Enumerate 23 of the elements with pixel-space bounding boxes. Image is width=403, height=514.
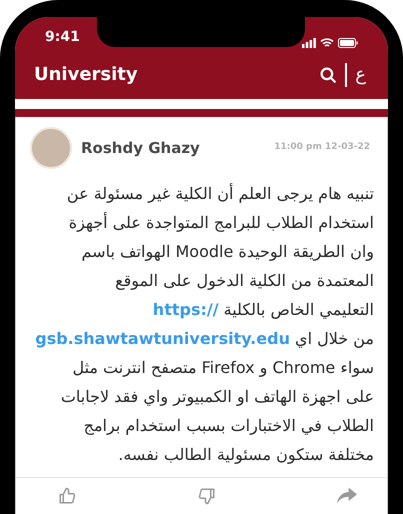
link[interactable]: https:// [152,300,219,319]
like-button[interactable] [58,487,76,505]
post-text-line: على اجهزة الهاتف او الكمبيوتر واي فقد لاجابات [60,386,374,408]
post-text-line: وان الطريقة الوحيدة Moodle الهواتف باسم [82,241,374,263]
author-name: Roshdy Ghazy [81,138,200,159]
post-timestamp: 11:00 pm 12-03-22 [274,141,370,154]
post-text-line: استخدام الطلاب للبرامج المتواجدة على أجهزة [68,211,374,234]
wifi-icon [320,38,334,48]
language-toggle[interactable]: ع [355,66,366,84]
dislike-button[interactable] [198,487,216,505]
post-text-line: تنبيه هام يرجى العلم أن الكلية غير مسئولة عن [66,182,374,205]
avatar-photo-placeholder [30,127,72,169]
app-title: University [34,63,138,87]
post-text-line: المعتمدة من الكلية الدخول على الموقع [115,270,374,292]
search-button[interactable] [319,66,338,84]
post-text-line: سواء Chrome و Firefox متصفح انترنت مثل [72,357,374,379]
share-button[interactable] [337,487,357,505]
link[interactable]: gsb.shawtawtuniversity.edu [35,329,290,348]
post-text-line: الطلاب في الاختبارات بسبب استخدام برامج [84,415,374,437]
status-time: 9:41 [45,28,80,47]
battery-icon [338,38,358,48]
signal-icon [302,38,316,48]
post-text-line: مختلفة ستكون مسئولية الطالب نفسه. [118,444,374,466]
